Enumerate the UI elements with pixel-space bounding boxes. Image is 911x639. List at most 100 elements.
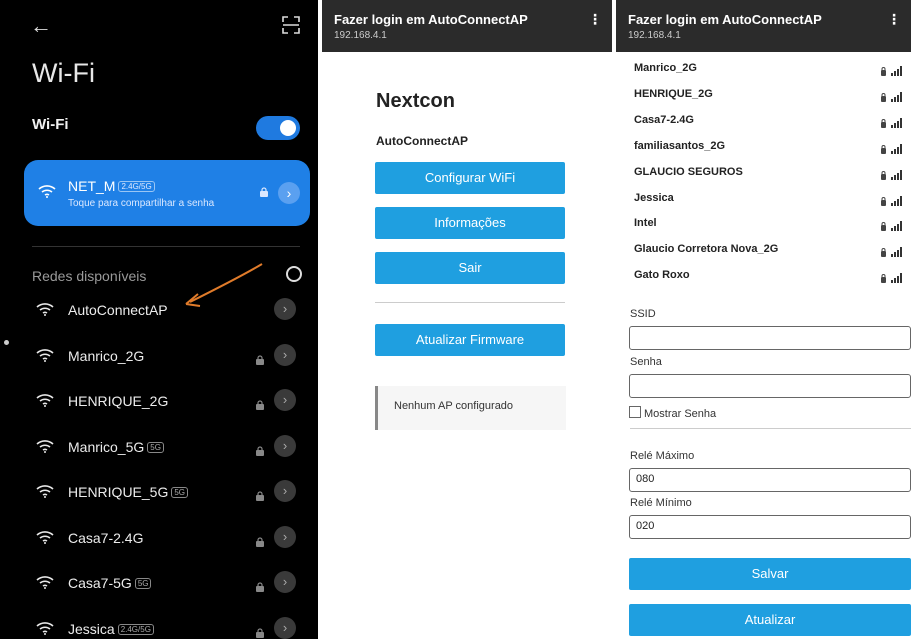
scanned-network-name[interactable]: Jessica (634, 192, 674, 204)
lock-icon (260, 187, 268, 197)
qr-scan-icon[interactable] (282, 16, 300, 34)
relay-min-input[interactable]: 020 (629, 515, 911, 539)
back-arrow-icon[interactable]: ← (30, 14, 52, 38)
divider (630, 428, 911, 429)
chevron-right-icon[interactable]: › (274, 480, 296, 502)
refresh-button[interactable]: Atualizar (629, 604, 911, 636)
network-name: Jessica 2.4G/5G (68, 621, 154, 637)
network-row[interactable]: Manrico_2G › (32, 343, 296, 372)
wifi-toggle[interactable] (256, 116, 300, 140)
checkbox-box[interactable] (629, 406, 641, 418)
connected-network-card[interactable]: NET_M 2.4G/5G Toque para compartilhar a s… (24, 160, 310, 226)
page-title: Wi-Fi (32, 58, 95, 88)
scanned-network-row[interactable]: Intel (634, 215, 903, 235)
relay-max-label: Relé Máximo (630, 450, 695, 462)
wifi-toggle-label: Wi-Fi (32, 116, 69, 133)
chevron-right-icon[interactable]: › (274, 525, 296, 548)
wifi-signal-icon (38, 185, 56, 198)
password-input[interactable] (629, 374, 911, 398)
network-name: HENRIQUE_5G 5G (68, 484, 189, 500)
save-button[interactable]: Salvar (629, 558, 911, 590)
network-row[interactable]: HENRIQUE_2G › (32, 389, 296, 417)
captive-portal-menu: Fazer login em AutoConnectAP 192.168.4.1… (322, 0, 612, 639)
overflow-menu-icon[interactable]: ⋮ (588, 12, 602, 26)
scanned-network-name[interactable]: Intel (634, 217, 657, 229)
show-password-checkbox[interactable]: Mostrar Senha (629, 406, 716, 420)
scanned-network-row[interactable]: Manrico_2G (634, 60, 903, 80)
scanned-network-row[interactable]: HENRIQUE_2G (634, 86, 903, 106)
lock-icon (256, 625, 264, 639)
chevron-right-icon[interactable]: › (274, 434, 296, 457)
scanned-network-row[interactable]: Casa7-2.4G (634, 112, 903, 132)
scanned-network-name[interactable]: familiasantos_2G (634, 140, 725, 152)
scanned-network-row[interactable]: GLAUCIO SEGUROS (634, 164, 903, 184)
info-button[interactable]: Informações (375, 207, 565, 239)
ap-name: AutoConnectAP (376, 134, 468, 148)
connected-ssid: NET_M (68, 178, 116, 194)
network-name: AutoConnectAP (68, 302, 168, 318)
network-ssid: Casa7-2.4G (68, 529, 144, 546)
connected-subtitle: Toque para compartilhar a senha (68, 198, 215, 209)
signal-strength-icon (881, 193, 903, 211)
lock-icon (256, 579, 264, 597)
network-row[interactable]: Jessica 2.4G/5G › (32, 616, 296, 639)
config-title: Fazer login em AutoConnectAP (628, 12, 822, 27)
chevron-right-icon[interactable]: › (274, 389, 296, 411)
network-row[interactable]: AutoConnectAP › (32, 298, 296, 326)
band-badge: 2.4G/5G (117, 623, 154, 635)
scanned-network-name[interactable]: Manrico_2G (634, 62, 697, 74)
top-bar: ← (30, 14, 300, 40)
network-ssid: HENRIQUE_5G (68, 484, 169, 500)
portal-title: Fazer login em AutoConnectAP (334, 12, 528, 27)
configure-wifi-button[interactable]: Configurar WiFi (375, 162, 565, 194)
exit-button[interactable]: Sair (375, 252, 565, 284)
connected-network-name: NET_M 2.4G/5G (68, 178, 155, 194)
toggle-knob (280, 120, 296, 136)
band-badge: 5G (171, 487, 189, 498)
signal-strength-icon (881, 167, 903, 185)
divider (375, 302, 565, 303)
band-badge: 5G (147, 441, 164, 453)
network-ssid: Manrico_2G (68, 347, 145, 364)
network-row[interactable]: Casa7-5G 5G › (32, 571, 296, 599)
network-name: Casa7-2.4G (68, 530, 143, 546)
lock-icon (256, 534, 264, 552)
scanned-network-name[interactable]: HENRIQUE_2G (634, 88, 713, 100)
signal-strength-icon (881, 115, 903, 133)
lock-icon (256, 397, 264, 415)
signal-strength-icon (881, 270, 903, 288)
chevron-right-icon[interactable]: › (274, 343, 296, 366)
password-label: Senha (630, 356, 662, 368)
scanned-network-row[interactable]: Gato Roxo (634, 267, 903, 287)
network-row[interactable]: Manrico_5G 5G › (32, 434, 296, 463)
scanned-network-row[interactable]: Glaucio Corretora Nova_2G (634, 241, 903, 261)
chevron-right-icon[interactable]: › (278, 182, 300, 204)
chevron-right-icon[interactable]: › (274, 616, 296, 639)
signal-strength-icon (881, 218, 903, 236)
scanned-network-name[interactable]: Casa7-2.4G (634, 114, 694, 126)
android-wifi-screen: ← Wi-Fi Wi-Fi NET_M 2.4G/5G Toque para co… (0, 0, 318, 639)
update-firmware-button[interactable]: Atualizar Firmware (375, 324, 565, 356)
relay-max-input[interactable]: 080 (629, 468, 911, 492)
scanned-network-row[interactable]: familiasantos_2G (634, 138, 903, 158)
wifi-signal-icon (36, 393, 54, 412)
relay-max-value: 080 (636, 473, 655, 485)
wifi-signal-icon (36, 348, 54, 367)
wifi-signal-icon (36, 530, 54, 549)
wifi-signal-icon (36, 302, 54, 321)
ssid-input[interactable] (629, 326, 911, 350)
relay-min-label: Relé Mínimo (630, 497, 692, 509)
overflow-menu-icon[interactable]: ⋮ (887, 12, 901, 26)
refresh-icon[interactable] (286, 266, 302, 282)
chevron-right-icon[interactable]: › (274, 298, 296, 320)
available-networks-label: Redes disponíveis (32, 268, 147, 284)
scanned-network-name[interactable]: Glaucio Corretora Nova_2G (634, 243, 778, 255)
band-badge: 5G (134, 578, 152, 589)
network-row[interactable]: Casa7-2.4G › (32, 525, 296, 554)
scanned-network-name[interactable]: GLAUCIO SEGUROS (634, 166, 743, 178)
scanned-network-row[interactable]: Jessica (634, 190, 903, 210)
scanned-network-name[interactable]: Gato Roxo (634, 269, 690, 281)
network-row[interactable]: HENRIQUE_5G 5G › (32, 480, 296, 508)
chevron-right-icon[interactable]: › (274, 571, 296, 593)
ssid-label: SSID (630, 308, 656, 320)
